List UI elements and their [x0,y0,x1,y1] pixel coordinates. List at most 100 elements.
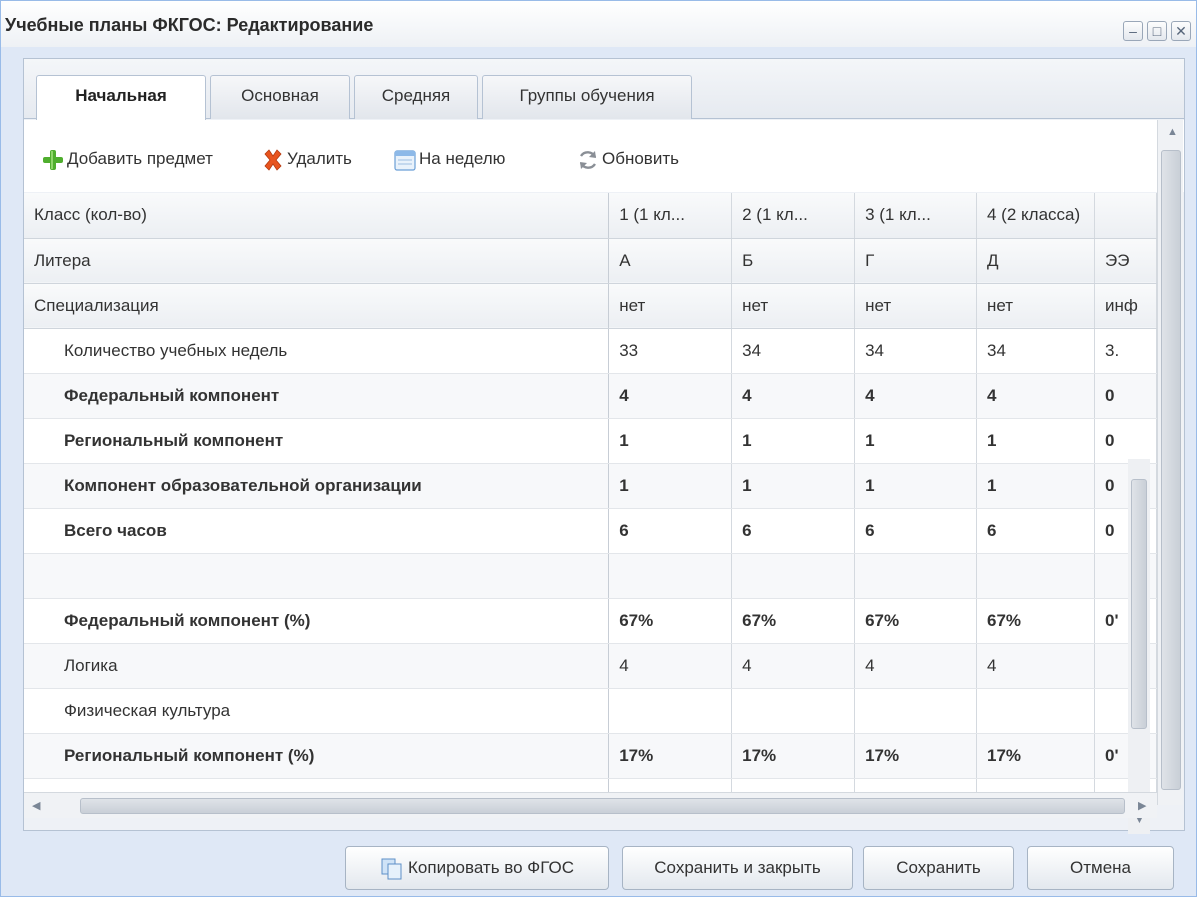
table-row[interactable]: Логика4444 [24,643,1157,689]
save-and-close-button[interactable]: Сохранить и закрыть [622,846,853,890]
scroll-up-icon[interactable]: ▲ [1167,126,1178,138]
vertical-scroll-thumb[interactable] [1161,150,1181,790]
value-cell[interactable]: 3. [1094,328,1157,374]
row-label-cell[interactable]: Компонент образовательной организации [24,463,610,509]
header-cell[interactable]: инф [1094,283,1157,329]
value-cell[interactable]: 6 [731,508,856,554]
value-cell[interactable]: 6 [608,508,733,554]
value-cell[interactable] [608,553,733,599]
horizontal-scrollbar[interactable]: ◀ ▶ [24,792,1157,818]
header-cell[interactable]: Класс (кол-во) [24,193,610,239]
header-cell[interactable]: нет [731,283,856,329]
table-row[interactable]: Региональный компонент (%) 17% 17% 17% 17% 0' [24,733,1157,779]
vertical-scrollbar[interactable]: ▲ [1157,120,1183,805]
value-cell[interactable] [976,688,1095,734]
header-cell[interactable]: А [608,238,733,284]
refresh-button[interactable]: Обновить [576,144,679,174]
value-cell[interactable]: 4 [854,643,977,689]
row-label-cell[interactable]: Количество учебных недель [24,328,610,374]
value-cell[interactable]: 1 [854,463,977,509]
per-week-button[interactable]: На неделю [393,144,505,174]
value-cell[interactable]: 34 [976,328,1095,374]
value-cell[interactable]: 6 [976,508,1095,554]
value-cell[interactable]: 1 [976,463,1095,509]
value-cell[interactable]: 17% [608,733,733,779]
value-cell[interactable]: 1 [608,463,733,509]
value-cell[interactable]: 4 [608,643,733,689]
value-cell[interactable]: 1 [731,418,856,464]
close-button[interactable]: ✕ [1171,21,1191,41]
table-row[interactable]: Федеральный компонент (%) 67% 67% 67% 67% 0' [24,598,1157,644]
header-cell[interactable]: 4 (2 класса) [976,193,1095,239]
scroll-left-icon[interactable]: ◀ [32,799,40,812]
value-cell[interactable]: 33 [608,328,733,374]
value-cell[interactable]: 0 [1094,418,1157,464]
value-cell[interactable]: 4 [731,373,856,419]
value-cell[interactable]: 1 [976,418,1095,464]
tab-basic[interactable]: Основная [210,75,350,119]
table-row[interactable] [24,553,1157,599]
value-cell[interactable]: 67% [976,598,1095,644]
value-cell[interactable]: 17% [854,733,977,779]
value-cell[interactable] [608,688,733,734]
header-cell[interactable]: Б [731,238,856,284]
add-subject-button[interactable]: Добавить предмет [41,144,213,174]
header-cell[interactable] [1094,193,1157,239]
inner-vertical-scrollbar[interactable]: ▼ [1128,459,1150,837]
window-titlebar[interactable]: Учебные планы ФКГОС: Редактирование – □ … [1,1,1196,47]
header-cell[interactable]: ЭЭ [1094,238,1157,284]
maximize-button[interactable]: □ [1147,21,1167,41]
value-cell[interactable]: 4 [854,373,977,419]
value-cell[interactable]: 67% [854,598,977,644]
header-cell[interactable]: нет [854,283,977,329]
horizontal-scroll-thumb[interactable] [80,798,1125,814]
tab-study-groups[interactable]: Группы обучения [482,75,692,119]
copy-to-fgos-button[interactable]: Копировать во ФГОС [345,846,609,890]
header-cell[interactable]: нет [608,283,733,329]
header-cell[interactable]: Специализация [24,283,610,329]
table-row[interactable]: Федеральный компонент 4 4 4 4 0 [24,373,1157,419]
value-cell[interactable]: 4 [976,643,1095,689]
value-cell[interactable]: 34 [854,328,977,374]
value-cell[interactable]: 1 [731,463,856,509]
value-cell[interactable] [976,553,1095,599]
inner-vertical-scroll-thumb[interactable] [1131,479,1147,729]
tab-secondary[interactable]: Средняя [354,75,478,119]
value-cell[interactable] [731,688,856,734]
header-cell[interactable]: 1 (1 кл... [608,193,733,239]
delete-button[interactable]: Удалить [261,144,352,174]
value-cell[interactable]: 4 [976,373,1095,419]
value-cell[interactable]: 67% [608,598,733,644]
table-row[interactable]: Компонент образовательной организации 1 1 1… [24,463,1157,509]
value-cell[interactable]: 17% [731,733,856,779]
header-cell[interactable]: Литера [24,238,610,284]
tab-primary[interactable]: Начальная [36,75,206,120]
value-cell[interactable]: 1 [854,418,977,464]
value-cell[interactable] [854,553,977,599]
value-cell[interactable]: 4 [608,373,733,419]
value-cell[interactable] [731,553,856,599]
value-cell[interactable]: 17% [976,733,1095,779]
header-cell[interactable]: Г [854,238,977,284]
value-cell[interactable]: 1 [608,418,733,464]
table-row[interactable]: Физическая культура [24,688,1157,734]
row-label-cell[interactable]: Федеральный компонент (%) [24,598,610,644]
header-cell[interactable]: 2 (1 кл... [731,193,856,239]
scroll-right-icon[interactable]: ▶ [1138,799,1146,812]
row-label-cell[interactable]: Всего часов [24,508,610,554]
row-label-cell[interactable]: Региональный компонент [24,418,610,464]
value-cell[interactable]: 34 [731,328,856,374]
table-row[interactable]: Всего часов 6 6 6 6 0 [24,508,1157,554]
header-cell[interactable]: 3 (1 кл... [854,193,977,239]
row-label-cell[interactable]: Федеральный компонент [24,373,610,419]
value-cell[interactable]: 4 [731,643,856,689]
value-cell[interactable]: 0 [1094,373,1157,419]
row-label-cell[interactable]: Логика [24,643,610,689]
header-cell[interactable]: нет [976,283,1095,329]
value-cell[interactable] [854,688,977,734]
cancel-button[interactable]: Отмена [1027,846,1174,890]
row-label-cell[interactable]: Физическая культура [24,688,610,734]
table-row[interactable]: Региональный компонент 1 1 1 1 0 [24,418,1157,464]
value-cell[interactable]: 67% [731,598,856,644]
value-cell[interactable]: 6 [854,508,977,554]
